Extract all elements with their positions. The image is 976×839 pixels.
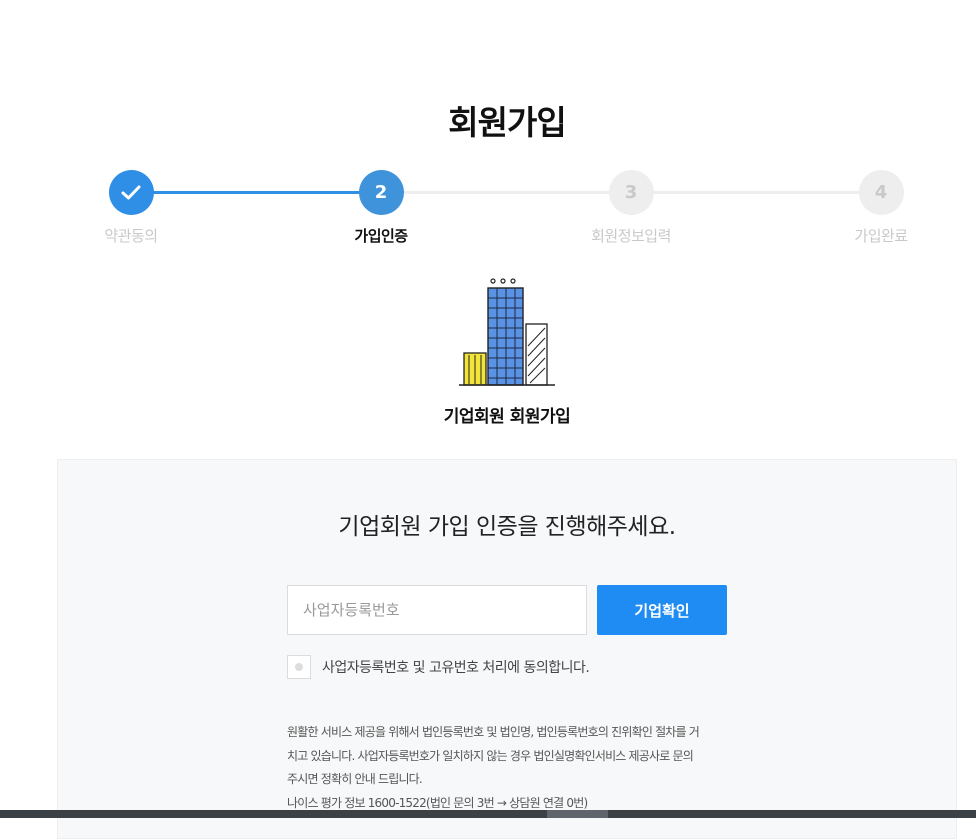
consent-checkbox[interactable] [287,655,311,679]
verification-heading: 기업회원 가입 인증을 진행해주세요. [338,514,676,540]
member-type-caption: 기업회원 회원가입 [443,407,571,427]
business-confirm-button[interactable]: 기업확인 [597,585,727,635]
step-3-circle: 3 [608,170,654,215]
consent-row[interactable]: 사업자등록번호 및 고유번호 처리에 동의합니다. [287,655,590,679]
step-1-circle [108,170,154,215]
step-complete: 4 가입완료 [821,170,941,246]
step-verification: 2 가입인증 [321,170,441,246]
verification-notice: 원활한 서비스 제공을 위해서 법인등록번호 및 법인명, 법인등록번호의 진위… [287,721,747,815]
step-4-label: 가입완료 [854,227,908,245]
signup-stepper: 약관동의 2 가입인증 3 회원정보입력 4 가입완료 [0,170,976,250]
notice-line: 주시면 정확히 안내 드립니다. [287,772,423,786]
office-buildings-icon [459,278,555,386]
step-3-label: 회원정보입력 [591,227,671,245]
notice-line: 치고 있습니다. 사업자등록번호가 일치하지 않는 경우 법인실명확인서비스 제… [287,748,694,763]
step-member-info: 3 회원정보입력 [571,170,691,246]
page-title: 회원가입 [448,103,566,142]
step-terms: 약관동의 [71,170,191,246]
consent-label[interactable]: 사업자등록번호 및 고유번호 처리에 동의합니다. [322,657,590,677]
step-2-label: 가입인증 [354,227,408,245]
business-number-input[interactable] [287,585,587,635]
step-4-circle: 4 [858,170,904,215]
step-2-circle: 2 [358,170,404,215]
check-icon [121,185,141,199]
checkbox-dot-icon [295,663,303,671]
step-1-label: 약관동의 [104,227,158,245]
notice-line: 원활한 서비스 제공을 위해서 법인등록번호 및 법인명, 법인등록번호의 진위… [287,725,700,739]
horizontal-scrollbar-track[interactable] [0,810,976,818]
horizontal-scrollbar-thumb[interactable] [547,810,608,818]
